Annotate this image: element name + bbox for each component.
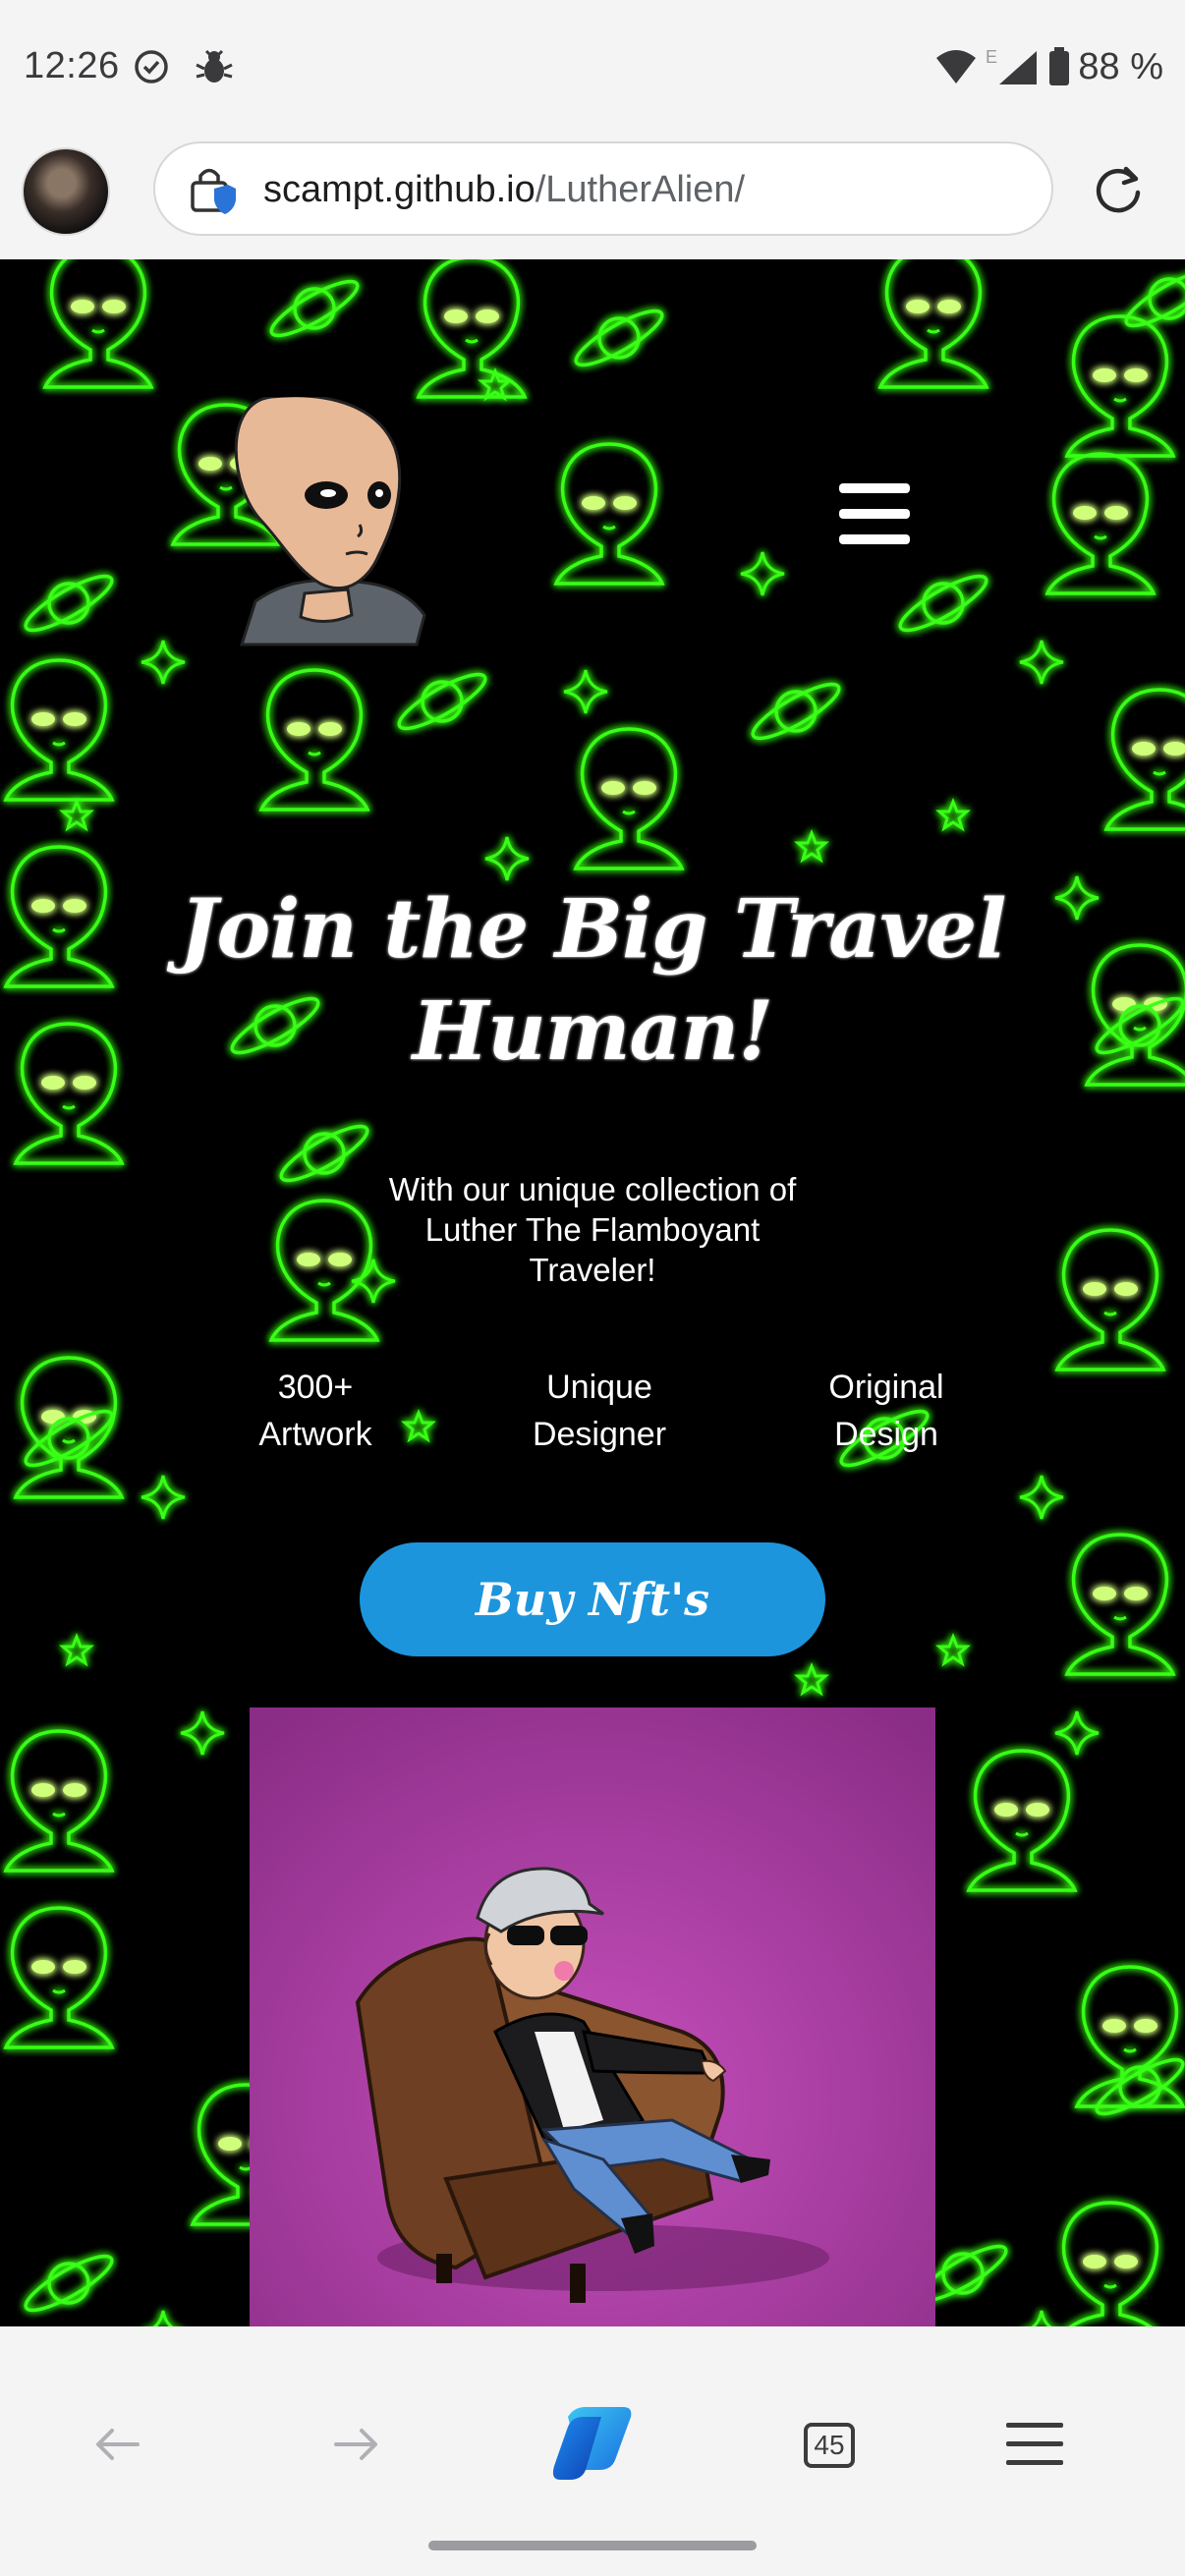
- browser-bottom-toolbar: 45: [0, 2326, 1185, 2576]
- stat-label: Artwork: [258, 1416, 372, 1453]
- url-host: scampt.github.io: [263, 169, 536, 210]
- tabs-button[interactable]: 45: [804, 2423, 855, 2468]
- stat-design: Original Design: [788, 1364, 985, 1458]
- menu-icon[interactable]: [1006, 2423, 1063, 2466]
- menu-line: [839, 483, 910, 493]
- reload-icon[interactable]: [1091, 163, 1146, 218]
- hero-subtitle-line-2: Luther The Flamboyant: [424, 1211, 761, 1248]
- url-text[interactable]: scampt.github.io/LutherAlien/: [263, 169, 745, 211]
- hero-title-line-2: Human!: [412, 984, 774, 1079]
- network-label: E: [986, 47, 997, 67]
- check-circle-icon: [135, 50, 168, 84]
- web-page: Join the Big Travel Human! With our uniq…: [0, 259, 1185, 2326]
- home-indicator[interactable]: [428, 2541, 757, 2550]
- menu-line: [1006, 2441, 1063, 2446]
- status-bar: 12:26 E 88 %: [0, 0, 1185, 138]
- bug-icon: [196, 49, 233, 83]
- lock-shield-icon[interactable]: [187, 163, 240, 216]
- menu-line: [839, 534, 910, 544]
- hero-subtitle-line-1: With our unique collection of: [388, 1171, 797, 1207]
- battery-icon: [1049, 47, 1070, 85]
- hero-subtitle-line-3: Traveler!: [529, 1252, 656, 1288]
- stat-value: Original: [828, 1369, 944, 1406]
- back-arrow-icon[interactable]: [86, 2413, 149, 2476]
- address-bar[interactable]: scampt.github.io/LutherAlien/: [153, 141, 1053, 236]
- browser-toolbar: scampt.github.io/LutherAlien/: [0, 138, 1185, 259]
- stat-artwork: 300+ Artwork: [217, 1364, 414, 1458]
- menu-line: [839, 509, 910, 519]
- avatar[interactable]: [22, 147, 110, 236]
- nft-artwork-image[interactable]: [250, 1708, 935, 2326]
- signal-icon: E: [986, 47, 1038, 84]
- stat-designer: Unique Designer: [501, 1364, 698, 1458]
- hamburger-menu-button[interactable]: [833, 483, 916, 548]
- wifi-icon: [936, 50, 977, 84]
- site-logo[interactable]: [232, 397, 440, 654]
- hero-title: Join the Big Travel Human!: [138, 878, 1047, 1083]
- copilot-icon[interactable]: [546, 2389, 639, 2497]
- buy-nfts-button[interactable]: Buy Nft's: [360, 1542, 825, 1656]
- stat-value: 300+: [277, 1369, 354, 1406]
- hero-subtitle: With our unique collection of Luther The…: [347, 1169, 838, 1290]
- menu-line: [1006, 2460, 1063, 2465]
- stat-label: Design: [834, 1416, 938, 1453]
- menu-line: [1006, 2423, 1063, 2428]
- url-path: /LutherAlien/: [535, 169, 746, 210]
- tab-count: 45: [814, 2430, 845, 2460]
- status-right: E 88 %: [934, 45, 1163, 88]
- stat-value: Unique: [546, 1369, 652, 1406]
- status-time: 12:26: [24, 45, 120, 86]
- forward-arrow-icon[interactable]: [324, 2413, 387, 2476]
- hero-title-line-1: Join the Big Travel: [179, 882, 1007, 977]
- battery-percentage: 88 %: [1078, 45, 1163, 87]
- stat-label: Designer: [532, 1416, 667, 1453]
